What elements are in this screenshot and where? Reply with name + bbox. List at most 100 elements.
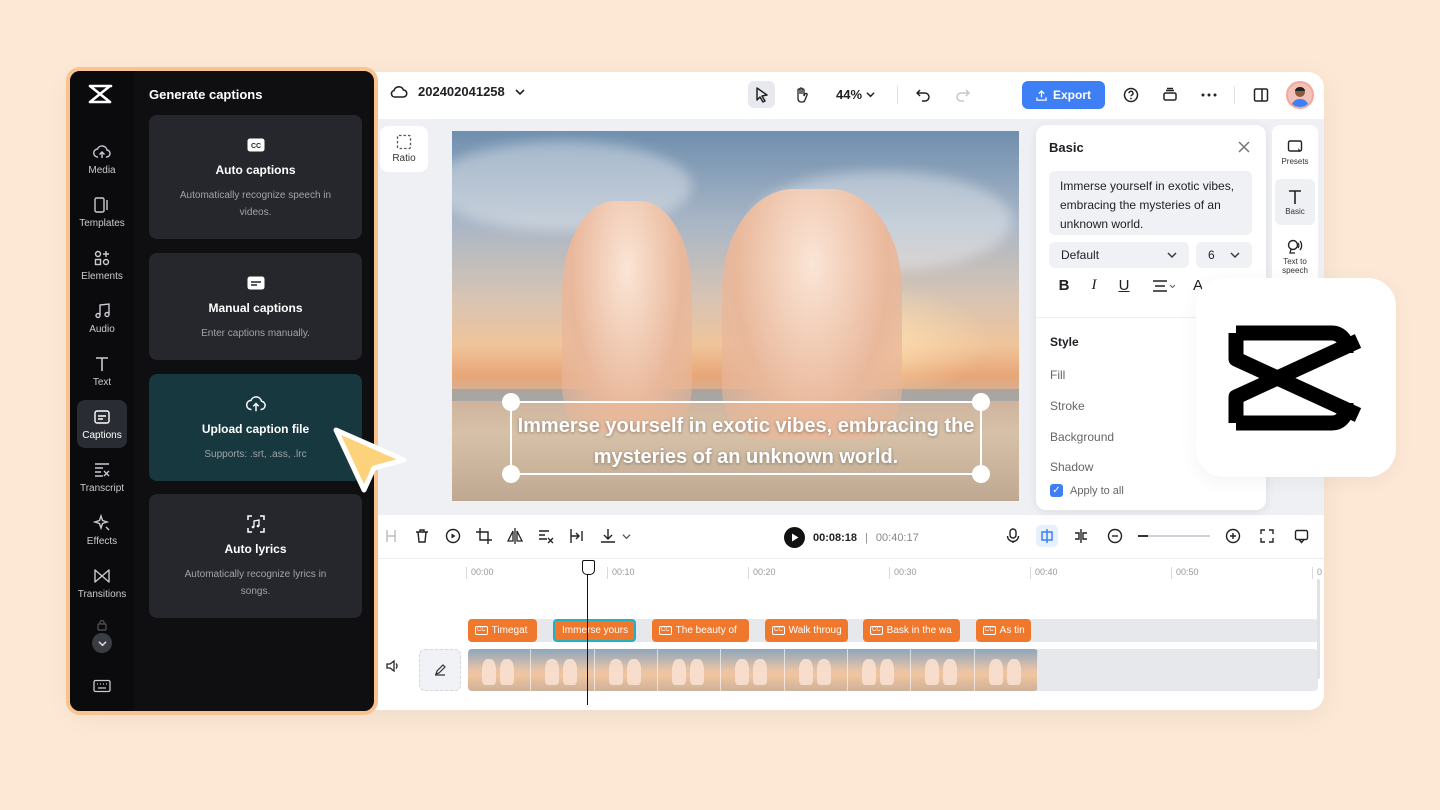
italic-icon[interactable]: I — [1086, 277, 1102, 294]
undo-button[interactable] — [910, 81, 937, 108]
trim-icon[interactable] — [568, 527, 586, 545]
bold-icon[interactable]: B — [1056, 277, 1072, 294]
select-tool-button[interactable] — [748, 81, 775, 108]
crop-icon[interactable] — [475, 527, 493, 545]
speed-icon[interactable] — [444, 527, 462, 545]
close-icon[interactable] — [1236, 139, 1252, 155]
sidebar-item-media[interactable]: Media — [77, 135, 127, 183]
auto-lyrics-card[interactable]: Auto lyrics Automatically recognize lyri… — [149, 494, 362, 618]
sidebar-item-effects[interactable]: Effects — [77, 506, 127, 554]
apply-to-all-checkbox[interactable]: ✓ Apply to all — [1050, 484, 1124, 497]
edit-track-button[interactable] — [419, 649, 461, 691]
flip-icon[interactable] — [506, 527, 524, 545]
fullscreen-button[interactable] — [1256, 525, 1278, 547]
sidebar-item-captions[interactable]: Captions — [77, 400, 127, 448]
music-note-icon — [95, 302, 110, 318]
style-stroke[interactable]: Stroke — [1050, 399, 1085, 413]
caption-style-icon[interactable] — [537, 527, 555, 545]
sidebar-item-label: Text — [92, 376, 112, 388]
layout-toggle-button[interactable] — [1247, 82, 1274, 109]
timeline-scrollbar[interactable] — [1317, 579, 1320, 679]
more-button[interactable] — [1195, 82, 1222, 109]
microphone-button[interactable] — [1002, 525, 1024, 547]
sidebar-item-label: Elements — [81, 270, 123, 282]
video-thumbnail — [657, 649, 722, 691]
caption-clip[interactable]: CC The beauty of — [652, 619, 749, 642]
more-icon — [1201, 93, 1216, 97]
help-button[interactable] — [1117, 82, 1144, 109]
hand-tool-button[interactable] — [787, 81, 814, 108]
underline-icon[interactable]: U — [1116, 277, 1132, 294]
sidebar-item-elements[interactable]: Elements — [77, 241, 127, 289]
layers-button[interactable] — [1156, 82, 1183, 109]
zoom-select[interactable]: 44% — [826, 87, 885, 102]
rail-item-presets[interactable]: Presets — [1275, 129, 1315, 175]
card-title: Auto captions — [215, 163, 296, 177]
project-title-area[interactable]: 202402041258 — [390, 84, 525, 99]
timeline-zoom-slider[interactable] — [1138, 535, 1210, 537]
style-shadow[interactable]: Shadow — [1050, 460, 1093, 474]
align-icon[interactable] — [1152, 279, 1176, 293]
capcut-logo-icon[interactable] — [87, 83, 113, 105]
ratio-button[interactable]: Ratio — [380, 126, 428, 172]
caption-clip-label: The beauty of — [675, 625, 737, 636]
manual-captions-card[interactable]: Manual captions Enter captions manually. — [149, 253, 362, 360]
caption-text-input[interactable]: Immerse yourself in exotic vibes, embrac… — [1049, 171, 1252, 235]
export-button[interactable]: Export — [1021, 81, 1105, 109]
split-view-button[interactable] — [1070, 525, 1092, 547]
caption-clip[interactable]: CC Walk throug — [765, 619, 848, 642]
caption-selection-box[interactable]: Immerse yourself in exotic vibes, embrac… — [502, 393, 990, 483]
cc-icon: CC — [772, 626, 785, 635]
sidebar-item-text[interactable]: Text — [77, 347, 127, 395]
ratio-icon — [396, 134, 412, 150]
cc-icon: CC — [870, 626, 883, 635]
style-fill[interactable]: Fill — [1050, 368, 1065, 382]
zoom-in-button[interactable] — [1222, 525, 1244, 547]
canvas-tools: 44% — [748, 81, 976, 108]
font-size-select[interactable]: 6 — [1196, 242, 1252, 268]
feedback-button[interactable] — [1290, 525, 1312, 547]
caption-clip[interactable]: CC Bask in the wa — [863, 619, 960, 642]
captions-side-panel: Media Templates Elements Audio Text Capt… — [66, 67, 378, 715]
volume-icon[interactable] — [386, 659, 400, 673]
sidebar-item-audio[interactable]: Audio — [77, 294, 127, 342]
lock-icon — [97, 619, 107, 631]
video-thumbnail — [784, 649, 848, 691]
chevron-down-icon[interactable] — [622, 532, 631, 541]
chevron-down-icon[interactable] — [515, 87, 525, 97]
rail-item-text-to-speech[interactable]: Text to speech — [1275, 231, 1315, 283]
style-background[interactable]: Background — [1050, 430, 1114, 444]
zoom-out-button[interactable] — [1104, 525, 1126, 547]
resize-handle[interactable] — [972, 393, 990, 411]
rail-item-basic[interactable]: Basic — [1275, 179, 1315, 225]
caption-clip-selected[interactable]: Immerse yours — [553, 619, 636, 642]
video-thumbnail — [911, 649, 975, 691]
font-select[interactable]: Default — [1049, 242, 1189, 268]
delete-icon[interactable] — [413, 527, 431, 545]
play-button[interactable] — [784, 527, 805, 548]
playhead[interactable] — [582, 560, 595, 705]
redo-button[interactable] — [949, 81, 976, 108]
split-icon[interactable] — [382, 527, 400, 545]
caption-clip[interactable]: CC As tin — [976, 619, 1031, 642]
manual-caption-icon — [246, 273, 266, 293]
sidebar-item-transitions[interactable]: Transitions — [77, 559, 127, 607]
sidebar-item-transcript[interactable]: Transcript — [77, 453, 127, 501]
download-icon[interactable] — [599, 527, 617, 545]
resize-handle[interactable] — [502, 393, 520, 411]
caption-text[interactable]: Immerse yourself in exotic vibes, embrac… — [512, 411, 980, 473]
chevron-down-icon — [866, 92, 875, 98]
auto-captions-card[interactable]: CC Auto captions Automatically recognize… — [149, 115, 362, 239]
keyboard-icon[interactable] — [93, 679, 111, 693]
video-canvas[interactable]: Immerse yourself in exotic vibes, embrac… — [452, 131, 1019, 501]
video-clip[interactable] — [468, 649, 1038, 691]
mouse-cursor-icon — [333, 427, 407, 493]
elements-icon — [94, 250, 110, 265]
caption-clip[interactable]: CC Timegat — [468, 619, 537, 642]
magnet-button[interactable] — [1036, 525, 1058, 547]
expand-sidebar-button[interactable] — [92, 633, 112, 653]
sidebar-item-templates[interactable]: Templates — [77, 188, 127, 236]
ruler-tick: 0 — [1312, 567, 1322, 579]
pencil-icon — [435, 664, 446, 676]
avatar[interactable] — [1286, 81, 1314, 109]
